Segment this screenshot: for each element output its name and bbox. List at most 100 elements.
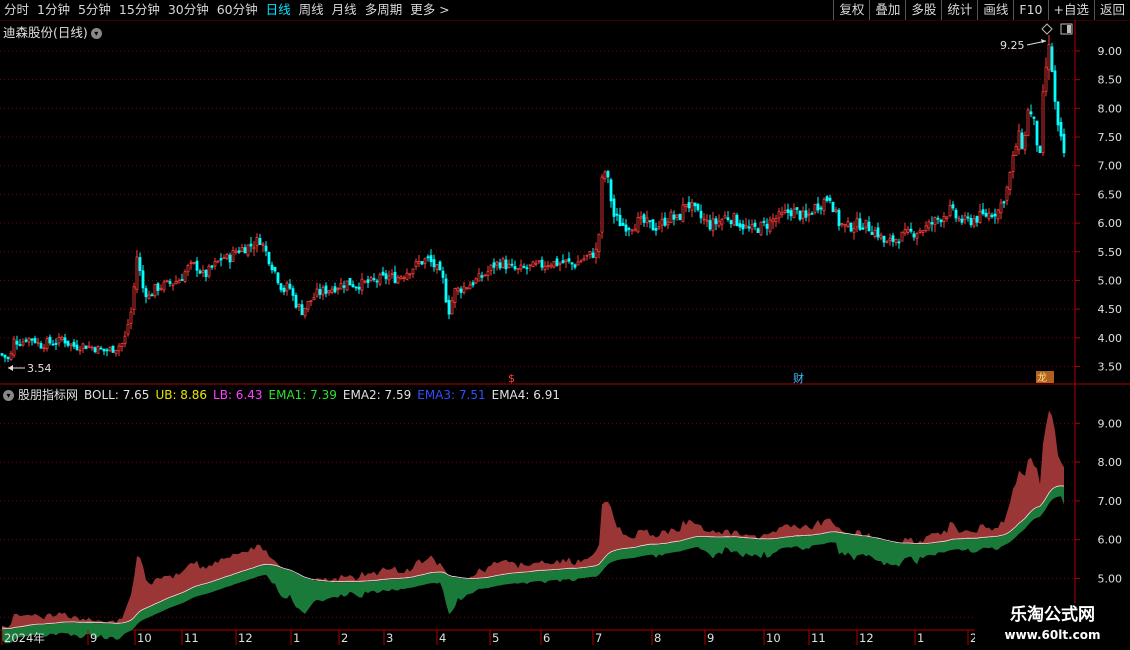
dividend-marker[interactable]: $ (508, 372, 515, 385)
candle-body (555, 258, 559, 266)
candle-body (1047, 44, 1051, 71)
candle-body (936, 217, 940, 220)
finance-marker[interactable]: 财 (793, 371, 804, 385)
candle-body (225, 254, 229, 259)
x-tick-label: 2024年 (4, 631, 45, 645)
candle-body (741, 224, 745, 230)
candle-body (132, 286, 136, 310)
candle-body (147, 294, 151, 299)
candle-body (525, 267, 529, 270)
candle-body (684, 203, 688, 208)
candle-body (324, 285, 328, 294)
candle-body (594, 248, 598, 258)
x-tick-label: 6 (543, 631, 550, 645)
y-tick-label: 6.50 (1098, 188, 1123, 201)
candle-body (807, 213, 811, 216)
candle-body (735, 214, 739, 227)
x-tick-label: 7 (595, 631, 602, 645)
candle-body (1023, 135, 1027, 151)
candle-body (582, 258, 586, 261)
candle-body (669, 211, 673, 223)
candle-body (981, 209, 985, 214)
candle-body (969, 217, 973, 226)
high-label: 9.25 (1000, 39, 1025, 52)
candle-body (777, 211, 781, 219)
candle-body (720, 218, 724, 225)
candle-body (699, 210, 703, 219)
candle-body (852, 228, 856, 233)
candle-body (744, 224, 748, 228)
chart-canvas[interactable]: 9.00 8.50 8.00 7.50 7.00 6.50 6.00 5.50 5.00 4.50… (0, 0, 1130, 650)
candle-body (828, 197, 832, 201)
y-tick-label: 9.00 (1098, 45, 1123, 58)
candle-body (375, 280, 379, 283)
candle-body (174, 281, 178, 285)
candle-body (810, 212, 814, 215)
candle-body (1056, 101, 1060, 126)
candle-body (333, 286, 337, 293)
candle-body (207, 265, 211, 277)
candle-body (972, 218, 976, 227)
candle-body (942, 216, 946, 223)
candle-body (27, 337, 31, 343)
candle-body (51, 343, 55, 346)
candle-body (822, 198, 826, 212)
candle-body (117, 345, 121, 352)
candle-body (54, 342, 58, 345)
candle-body (804, 210, 808, 218)
candle-body (201, 270, 205, 273)
candle-body (156, 283, 160, 291)
candle-body (396, 276, 400, 284)
candle-body (615, 213, 619, 216)
candle-body (387, 275, 391, 281)
candle-body (423, 258, 427, 264)
candle-body (120, 343, 124, 347)
candle-body (42, 347, 46, 350)
candle-body (213, 261, 217, 267)
candle-body (243, 247, 247, 254)
candle-body (636, 217, 640, 233)
candle-body (876, 227, 880, 238)
x-tick-label: 9 (90, 631, 97, 645)
candle-body (843, 224, 847, 227)
candle-body (573, 264, 577, 268)
candle-body (441, 270, 445, 278)
candle-body (549, 264, 553, 268)
candle-body (1050, 46, 1054, 72)
y-tick-label: 4.50 (1098, 303, 1123, 316)
candle-body (501, 258, 505, 268)
candle-body (204, 269, 208, 278)
candle-body (975, 216, 979, 223)
candle-body (183, 271, 187, 282)
candle-body (138, 257, 142, 271)
candle-body (24, 339, 28, 342)
diamond-icon[interactable] (1041, 23, 1053, 35)
candle-body (498, 262, 502, 269)
candle-body (930, 222, 934, 225)
candle-body (819, 207, 823, 210)
candle-body (933, 217, 937, 226)
candle-body (600, 176, 604, 233)
candle-body (60, 336, 64, 341)
candle-body (963, 215, 967, 221)
candle-body (1062, 133, 1066, 154)
candle-body (846, 221, 850, 227)
candle-body (837, 209, 841, 227)
candle-body (177, 280, 181, 284)
candle-body (912, 233, 916, 238)
candle-body (81, 343, 85, 349)
candle-body (855, 218, 859, 228)
candle-body (585, 254, 589, 257)
x-tick-label: 12 (859, 631, 874, 645)
candle-body (687, 202, 691, 209)
candle-body (36, 341, 40, 344)
dragon-tiger-marker[interactable]: 龙 (1037, 371, 1047, 384)
candle-body (1032, 116, 1036, 119)
candle-body (294, 294, 298, 308)
candle-body (915, 233, 919, 239)
x-tick-label: 5 (492, 631, 499, 645)
candle-body (453, 288, 457, 304)
candle-body (774, 218, 778, 222)
x-tick-label: 8 (654, 631, 661, 645)
candle-body (165, 279, 169, 283)
